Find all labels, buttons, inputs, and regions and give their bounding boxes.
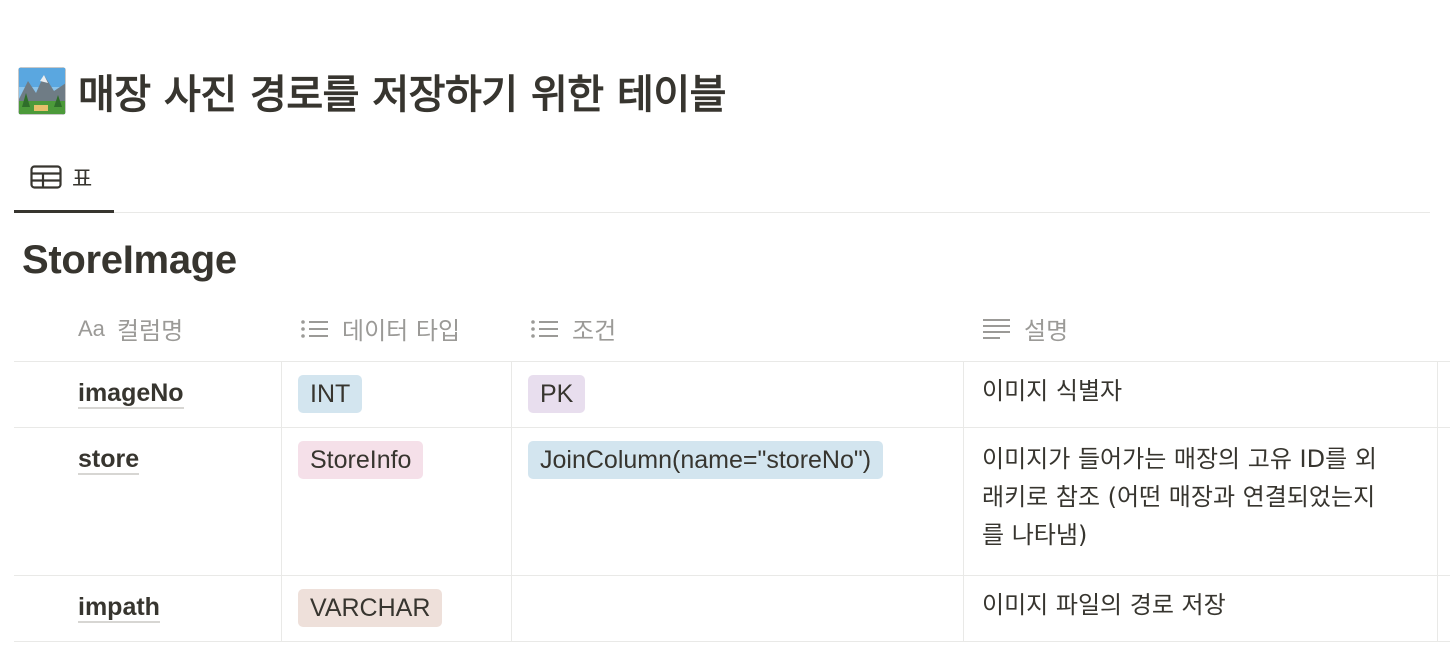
table-row[interactable]: imageNo INT PK 이미지 식별자 — [14, 362, 1450, 428]
national-park-photo-icon[interactable] — [18, 67, 66, 115]
multi-select-icon — [530, 318, 560, 340]
description-text: 이미지 파일의 경로 저장 — [982, 591, 1226, 619]
cell-condition[interactable] — [512, 576, 964, 641]
page-header: 매장 사진 경로를 저장하기 위한 테이블 — [18, 62, 726, 120]
page: 매장 사진 경로를 저장하기 위한 테이블 표 StoreImage Aa 컬럼 — [0, 0, 1450, 650]
column-header-label: 컬럼명 — [116, 317, 184, 345]
column-header-label: 설명 — [1024, 317, 1069, 345]
description-line: 래키로 참조 (어떤 매장과 연결되었는지 — [982, 483, 1376, 511]
cell-name[interactable]: imageNo — [14, 362, 282, 427]
column-header-type[interactable]: 데이터 타입 — [282, 296, 512, 361]
row-title[interactable]: store — [78, 445, 140, 475]
table-icon — [30, 165, 62, 189]
table-header-row: Aa 컬럼명 데이터 타입 조건 설명 — [14, 296, 1450, 362]
column-header-label: 조건 — [572, 317, 617, 345]
type-tag: INT — [298, 375, 363, 413]
multi-select-icon — [300, 318, 330, 340]
row-title[interactable]: impath — [78, 593, 160, 623]
description-text: 이미지 식별자 — [982, 377, 1123, 405]
view-tabs: 표 — [14, 144, 1430, 213]
cell-description[interactable]: 이미지 파일의 경로 저장 — [964, 576, 1438, 641]
page-title: 매장 사진 경로를 저장하기 위한 테이블 — [78, 72, 726, 118]
column-header-name[interactable]: Aa 컬럼명 — [14, 296, 282, 361]
text-lines-icon — [982, 317, 1012, 341]
cell-type[interactable]: INT — [282, 362, 512, 427]
cell-type[interactable]: StoreInfo — [282, 428, 512, 575]
condition-tag: JoinColumn(name="storeNo") — [528, 441, 884, 479]
cell-condition[interactable]: PK — [512, 362, 964, 427]
description-line: 이미지가 들어가는 매장의 고유 ID를 외 — [982, 445, 1377, 473]
description-line: 를 나타냄) — [982, 521, 1088, 549]
cell-description[interactable]: 이미지가 들어가는 매장의 고유 ID를 외 래키로 참조 (어떤 매장과 연결… — [964, 428, 1438, 575]
column-header-spacer — [1438, 296, 1450, 361]
tab-label: 표 — [72, 167, 93, 192]
cell-condition[interactable]: JoinColumn(name="storeNo") — [512, 428, 964, 575]
text-property-icon: Aa — [78, 315, 105, 341]
table-row[interactable]: store StoreInfo JoinColumn(name="storeNo… — [14, 428, 1450, 576]
cell-description[interactable]: 이미지 식별자 — [964, 362, 1438, 427]
cell-spacer — [1438, 576, 1450, 641]
type-tag: VARCHAR — [298, 589, 443, 627]
database-table: Aa 컬럼명 데이터 타입 조건 설명 imageNo INT PK 이미지 식… — [14, 296, 1450, 642]
tab-table-view[interactable]: 표 — [14, 144, 114, 213]
condition-tag: PK — [528, 375, 586, 413]
row-title[interactable]: imageNo — [78, 379, 184, 409]
cell-name[interactable]: impath — [14, 576, 282, 641]
type-tag: StoreInfo — [298, 441, 424, 479]
table-row[interactable]: impath VARCHAR 이미지 파일의 경로 저장 — [14, 576, 1450, 642]
column-header-condition[interactable]: 조건 — [512, 296, 964, 361]
column-header-description[interactable]: 설명 — [964, 296, 1438, 361]
database-title[interactable]: StoreImage — [22, 238, 237, 283]
column-header-label: 데이터 타입 — [342, 317, 461, 345]
cell-name[interactable]: store — [14, 428, 282, 575]
cell-type[interactable]: VARCHAR — [282, 576, 512, 641]
cell-spacer — [1438, 428, 1450, 575]
cell-spacer — [1438, 362, 1450, 427]
